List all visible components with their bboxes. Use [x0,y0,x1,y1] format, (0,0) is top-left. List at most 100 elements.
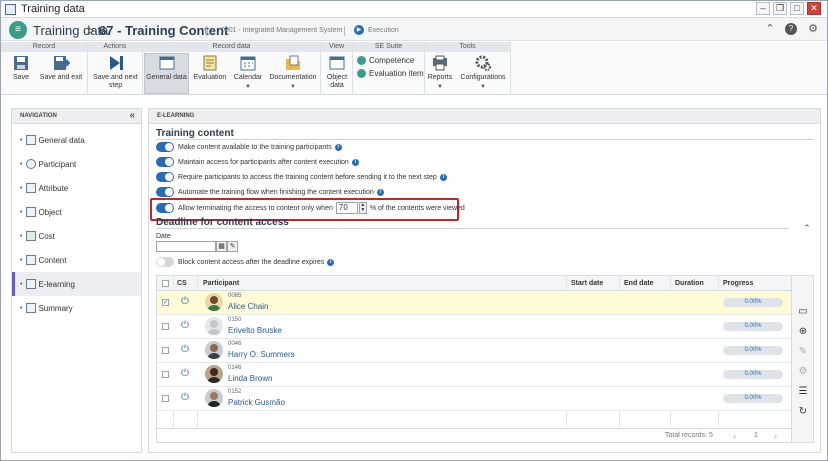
date-label: Date [156,233,171,240]
prev-page-button[interactable]: ‹ [733,431,736,441]
navigation-title: NAVIGATION [20,113,57,119]
nav-item-object[interactable]: • Object [12,200,141,224]
clear-date-icon[interactable]: ✎ [227,241,238,252]
column-start-date[interactable]: Start date [571,280,603,287]
info-icon[interactable]: i [376,188,384,196]
column-end-date[interactable]: End date [624,280,654,287]
cost-icon [26,231,37,241]
next-page-button[interactable]: › [774,431,777,441]
evaluation-item-label: Evaluation item [369,69,424,78]
view-record-icon[interactable]: ▭ [797,306,809,318]
calendar-button[interactable]: Calendar ▼ [231,54,265,91]
close-button[interactable]: ✕ [807,2,821,15]
nav-item-summary[interactable]: • Summary [12,296,141,320]
row-checkbox[interactable] [162,371,169,378]
calendar-picker-icon[interactable]: ▦ [216,241,227,252]
power-icon[interactable]: ⏻ [181,297,189,307]
power-icon[interactable]: ⏻ [181,393,189,403]
dropdown-caret-icon: ▼ [480,84,486,90]
module-breadcrumb[interactable]: Training data [33,23,108,38]
edit-record-icon[interactable]: ✎ [797,346,809,358]
nav-item-participant[interactable]: • Participant [12,152,141,176]
nav-item-content[interactable]: • Content [12,248,141,272]
refresh-icon[interactable]: ↻ [797,406,809,418]
table-row[interactable]: ⏻ 0046 Harry O. Summers 0.00% [157,339,791,363]
avatar [205,341,223,359]
header-divider [206,26,207,36]
table-row[interactable]: ⏻ 0150 Erivelto Bruske 0.00% [157,315,791,339]
next-step-icon [109,56,123,70]
block-access-toggle[interactable] [156,257,174,267]
info-icon[interactable]: i [439,173,447,181]
option-label: Require participants to access the train… [178,173,437,181]
bullet-icon: • [20,280,23,288]
column-duration[interactable]: Duration [675,280,704,287]
list-icon[interactable]: ☰ [797,386,809,398]
info-icon[interactable]: i [327,258,335,266]
column-progress[interactable]: Progress [723,280,753,287]
maximize-button[interactable]: □ [790,2,804,15]
percentage-input[interactable]: 70 [335,202,358,214]
save-exit-button[interactable]: Save and exit [39,54,83,82]
row-checkbox[interactable]: ✓ [162,299,169,306]
save-next-step-button[interactable]: Save and next step [91,54,140,90]
competence-link[interactable]: Competence [357,56,414,65]
help-icon[interactable]: ? [785,23,797,35]
bullet-icon: • [20,184,23,192]
avatar [205,389,223,407]
gear-icon[interactable]: ⚙ [797,366,809,378]
panel-title: E-LEARNING [149,109,820,124]
row-checkbox[interactable] [162,323,169,330]
row-checkbox[interactable] [162,395,169,402]
info-icon[interactable]: i [334,143,342,151]
training-module-icon: ≡ [9,21,27,39]
table-row[interactable]: ✓ ⏻ 0085 Alice Chain 0.00% [157,291,791,315]
add-record-icon[interactable]: ⊕ [797,326,809,338]
status-label: Execution [368,27,399,34]
make-available-toggle[interactable] [156,142,174,152]
evaluation-item-link[interactable]: Evaluation item [357,69,424,78]
configurations-button[interactable]: Configurations ▼ [457,54,509,91]
participant-code: 0046 [228,341,242,347]
reports-button[interactable]: Reports ▼ [427,54,453,91]
collapse-section-icon[interactable]: ⌃ [801,222,813,234]
maintain-access-toggle[interactable] [156,157,174,167]
percentage-stepper[interactable]: ▲ ▼ [358,202,367,214]
ribbon-group-view: View Object data [321,42,353,95]
documentation-button[interactable]: Documentation ▼ [267,54,319,91]
automate-flow-toggle[interactable] [156,187,174,197]
row-checkbox[interactable] [162,347,169,354]
select-all-checkbox[interactable] [162,280,169,287]
power-icon[interactable]: ⏻ [181,345,189,355]
info-icon[interactable]: i [351,158,359,166]
table-row[interactable]: ⏻ 0146 Linda Brown 0.00% [157,363,791,387]
ribbon-group-record-data: Record data General data Evaluation Cale… [143,42,321,95]
allow-terminating-toggle[interactable] [156,203,174,213]
ribbon-group-label: Record [1,42,87,52]
reports-label: Reports [427,74,453,81]
nav-item-e-learning[interactable]: • E-learning [12,272,141,296]
require-access-toggle[interactable] [156,172,174,182]
nav-item-attribute[interactable]: • Attribute [12,176,141,200]
object-data-button[interactable]: Object data [323,54,351,90]
settings-icon[interactable]: ⚙ [807,23,819,35]
general-data-button[interactable]: General data [144,53,189,94]
date-input[interactable] [156,241,216,252]
power-icon[interactable]: ⏻ [181,321,189,331]
evaluation-button[interactable]: Evaluation [193,54,227,82]
participant-name: Linda Brown [228,374,273,383]
nav-item-general-data[interactable]: • General data [12,128,141,152]
column-participant[interactable]: Participant [203,280,239,287]
table-row[interactable]: ⏻ 0152 Patrick Gusmão 0.00% [157,387,791,411]
save-button[interactable]: Save [7,54,35,82]
collapse-navigation-icon[interactable]: « [129,109,135,123]
restore-button[interactable]: ❐ [773,2,787,15]
power-icon[interactable]: ⏻ [181,369,189,379]
object-icon [26,207,37,217]
nav-item-cost[interactable]: • Cost [12,224,141,248]
elearning-icon [26,279,37,289]
system-label: 0001 - Integrated Management System [221,27,343,34]
column-cs[interactable]: CS [177,280,187,287]
collapse-header-icon[interactable]: ⌃ [764,23,776,35]
minimize-button[interactable]: – [756,2,770,15]
